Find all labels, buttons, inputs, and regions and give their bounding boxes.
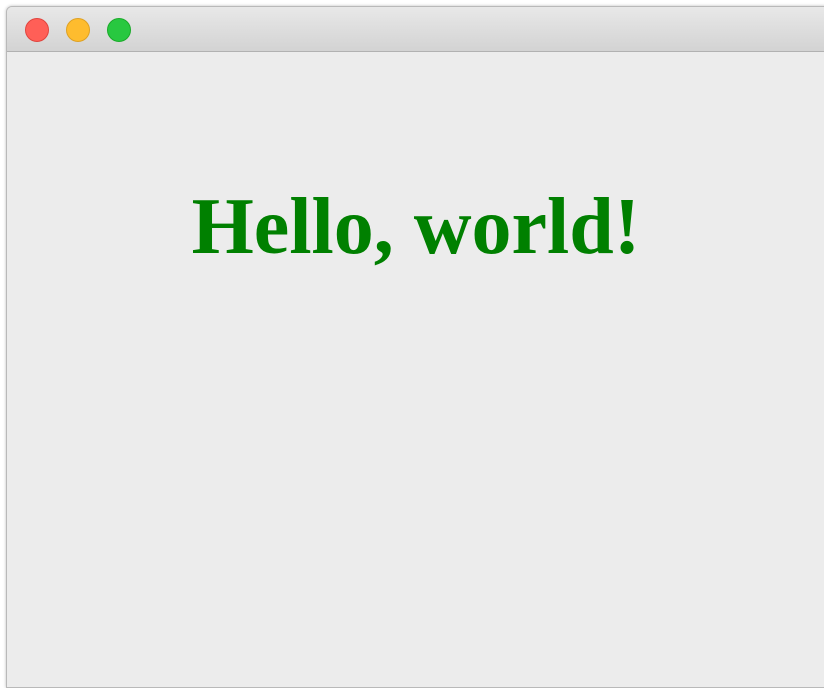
zoom-button[interactable] — [107, 18, 131, 42]
close-button[interactable] — [25, 18, 49, 42]
window-content: Hello, world! — [7, 52, 824, 687]
minimize-button[interactable] — [66, 18, 90, 42]
hello-heading: Hello, world! — [191, 183, 641, 271]
title-bar[interactable] — [7, 7, 824, 52]
app-window: Hello, world! — [6, 6, 824, 688]
